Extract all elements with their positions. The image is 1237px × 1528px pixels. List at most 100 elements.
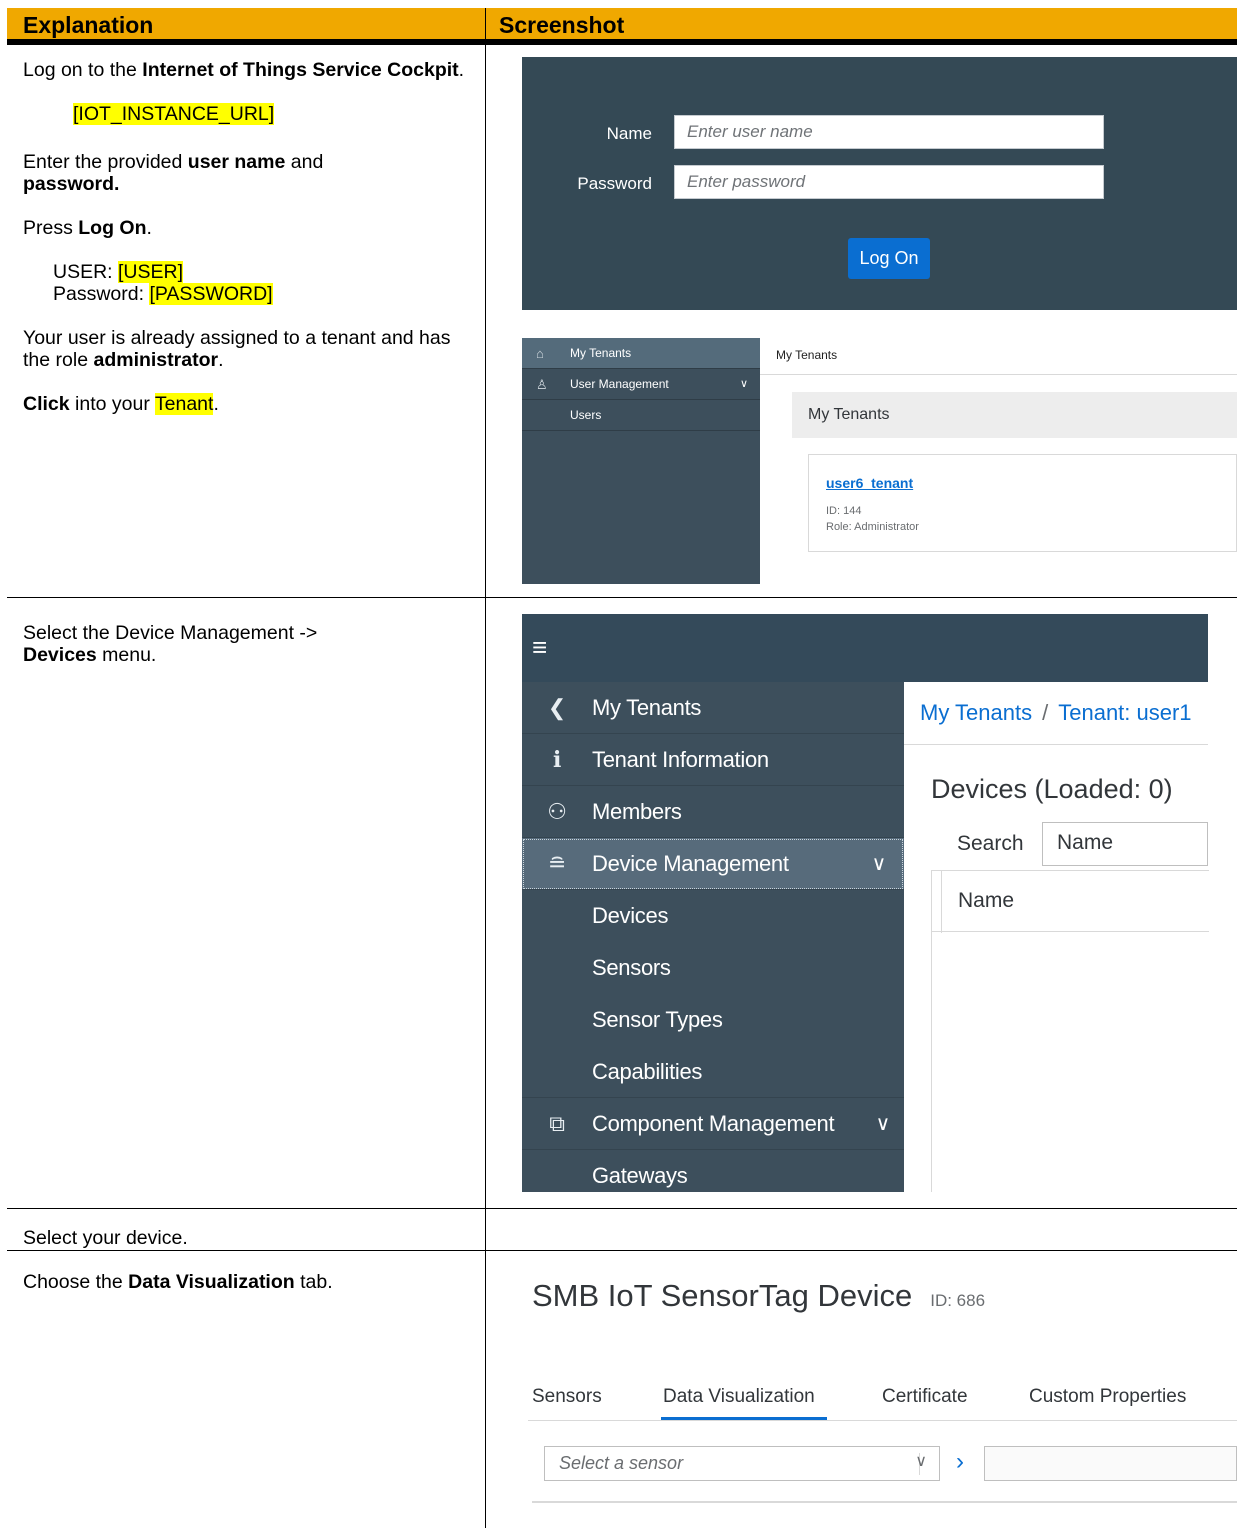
nav-item-devices[interactable]: Devices: [522, 890, 904, 942]
person-icon: ♙: [536, 377, 548, 392]
user-name-input[interactable]: Enter user name: [674, 115, 1104, 149]
menu-icon[interactable]: ≡: [532, 632, 547, 663]
log-on-button[interactable]: Log On: [848, 238, 930, 279]
password-value: [PASSWORD]: [149, 283, 273, 305]
nav-label: Sensors: [592, 955, 671, 980]
text: menu.: [96, 644, 157, 666]
column-header-name[interactable]: Name: [958, 889, 1014, 912]
nav-item-my-tenants[interactable]: ❮ My Tenants: [522, 682, 904, 734]
nav-item-gateways[interactable]: Gateways: [522, 1150, 904, 1192]
text: Data Visualization: [128, 1271, 295, 1293]
name-label: Name: [606, 124, 652, 143]
text: Choose the: [23, 1271, 129, 1293]
nav-label: Members: [592, 799, 682, 824]
password-input[interactable]: Enter password: [674, 165, 1104, 199]
row2-explanation: Select the Device Management -> Devices …: [23, 622, 478, 666]
nav-item-sensor-types[interactable]: Sensor Types: [522, 994, 904, 1046]
text: Log On: [78, 217, 147, 239]
chevron-down-icon: ∨: [875, 1113, 891, 1135]
nav-item-members[interactable]: ⚇ Members: [522, 786, 904, 838]
text: .: [458, 59, 465, 81]
text: Log on to the: [23, 59, 143, 81]
sidebar-item-my-tenants[interactable]: ⌂ My Tenants: [522, 338, 760, 369]
side-navigation: ❮ My Tenants i Tenant Information ⚇ Members…: [522, 682, 904, 1192]
nav-label: Component Management: [592, 1111, 835, 1136]
password-label: Password: [577, 174, 652, 193]
tenant-card[interactable]: user6_tenant ID: 144 Role: Administrator: [808, 454, 1237, 552]
login-panel: Name Enter user name Password Enter pass…: [522, 57, 1237, 310]
breadcrumb: My Tenants: [776, 348, 838, 362]
nav-item-sensors[interactable]: Sensors: [522, 942, 904, 994]
user-label: USER:: [53, 261, 119, 283]
row-divider-1: [7, 597, 1237, 598]
password-label: Password:: [53, 283, 150, 305]
section-title: My Tenants: [792, 392, 1237, 438]
device-name: SMB IoT SensorTag Device: [532, 1278, 913, 1313]
device-detail-panel: SMB IoT SensorTag Device ID: 686 Sensors …: [528, 1254, 1237, 1520]
column-divider: [485, 8, 486, 1528]
table-header-row: Name: [932, 870, 1209, 933]
divider: [532, 1501, 1237, 1503]
tenants-panel: ⌂ My Tenants ♙ User Management ∨ Users M…: [522, 338, 1237, 584]
row-divider-2: [7, 1208, 1237, 1209]
device-title: SMB IoT SensorTag Device ID: 686: [532, 1278, 985, 1314]
device-management-panel: ≡ ❮ My Tenants i Tenant Information ⚇ Membe…: [522, 614, 1209, 1192]
chevron-down-icon: ∨: [915, 1453, 927, 1470]
text: and: [285, 151, 324, 173]
divider: [941, 871, 942, 933]
url-placeholder: [IOT_INSTANCE_URL]: [73, 103, 275, 125]
text: password.: [23, 173, 120, 195]
breadcrumb: My Tenants / Tenant: user1: [920, 700, 1192, 726]
nav-item-component-management[interactable]: ⧉ Component Management ∨: [522, 1098, 904, 1150]
tab-custom-properties[interactable]: Custom Properties: [1029, 1386, 1186, 1408]
tab-certificate[interactable]: Certificate: [882, 1386, 968, 1408]
home-icon: ⌂: [536, 346, 544, 361]
search-field-select[interactable]: Name: [1042, 822, 1208, 866]
text: .: [213, 393, 219, 415]
text: Enter the provided: [23, 151, 188, 173]
nav-label: Gateways: [592, 1163, 688, 1188]
nav-label: Device Management: [592, 851, 789, 876]
row4-explanation: Choose the Data Visualization tab.: [23, 1271, 478, 1293]
row3-explanation: Select your device.: [23, 1227, 188, 1249]
nav-item-capabilities[interactable]: Capabilities: [522, 1046, 904, 1098]
breadcrumb-link[interactable]: My Tenants: [920, 700, 1032, 725]
devices-table: Name: [931, 870, 1209, 1192]
info-icon: i: [552, 747, 562, 773]
text: user name: [187, 151, 286, 173]
nav-item-device-management[interactable]: ≘ Device Management ∨: [522, 838, 904, 890]
nav-item-tenant-information[interactable]: i Tenant Information: [522, 734, 904, 786]
breadcrumb-link[interactable]: Tenant: user1: [1058, 700, 1191, 725]
text: Press: [23, 217, 79, 239]
tab-data-visualization[interactable]: Data Visualization: [663, 1386, 815, 1408]
sidebar: ⌂ My Tenants ♙ User Management ∨ Users: [522, 338, 760, 584]
tenant-link[interactable]: user6_tenant: [826, 475, 913, 491]
sensor-select[interactable]: Select a sensor ∨: [544, 1446, 940, 1481]
breadcrumb-separator: /: [1042, 700, 1049, 725]
secondary-select[interactable]: [984, 1446, 1237, 1481]
tab-sensors[interactable]: Sensors: [532, 1386, 602, 1408]
chevron-right-icon[interactable]: ›: [956, 1448, 964, 1476]
sidebar-item-user-management[interactable]: ♙ User Management ∨: [522, 369, 760, 400]
chevron-down-icon: ∨: [871, 853, 887, 875]
text: administrator: [93, 349, 219, 371]
group-icon: ⚇: [547, 799, 567, 824]
device-id: ID: 686: [930, 1291, 986, 1310]
header-screenshot: Screenshot: [499, 12, 625, 38]
product-name: Internet of Things Service Cockpit: [142, 59, 459, 81]
header-divider: [7, 39, 1237, 45]
text: .: [218, 349, 224, 371]
text: tab.: [294, 1271, 333, 1293]
nav-label: Tenant Information: [592, 747, 769, 772]
header-explanation: Explanation: [23, 12, 154, 38]
page-title: Devices (Loaded: 0): [931, 774, 1173, 804]
text: into your: [69, 393, 155, 415]
device-management-icon: ≘: [547, 851, 567, 876]
text: .: [146, 217, 152, 239]
user-value: [USER]: [118, 261, 184, 283]
sensor-select-placeholder: Select a sensor: [559, 1453, 684, 1473]
sidebar-item-users[interactable]: Users: [522, 400, 760, 431]
nav-label: Devices: [592, 903, 669, 928]
text: Click: [23, 393, 70, 415]
shell-bar: ≡: [522, 614, 1208, 682]
